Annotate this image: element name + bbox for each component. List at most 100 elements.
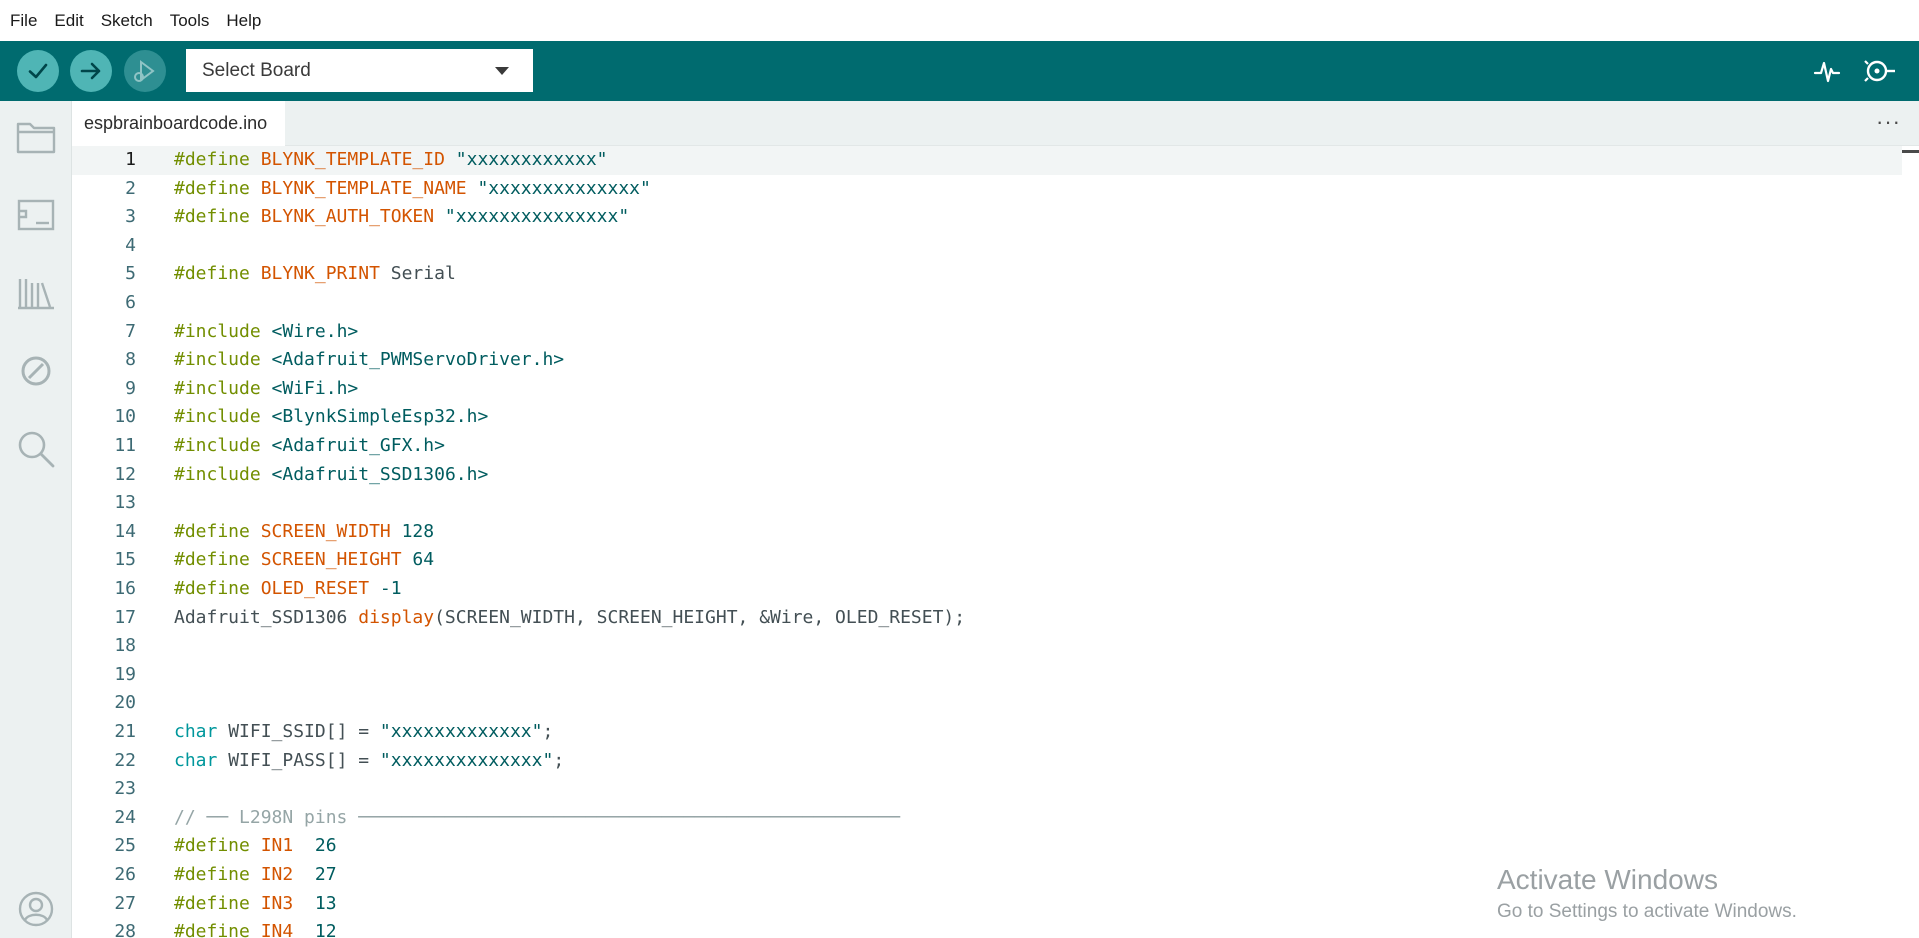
menu-file[interactable]: File	[10, 11, 37, 31]
code-token: 13	[293, 892, 337, 914]
code-token: SCREEN_WIDTH	[260, 520, 391, 542]
code-line[interactable]: 1 #define BLYNK_TEMPLATE_ID "xxxxxxxxxxxx…	[72, 146, 1902, 175]
code-text: #include <Adafruit_GFX.h>	[174, 432, 445, 461]
verify-button[interactable]	[17, 50, 59, 92]
code-token: IN3	[260, 892, 294, 914]
menu-edit[interactable]: Edit	[54, 11, 83, 31]
code-token: #include	[174, 349, 272, 371]
code-line[interactable]: 2 #define BLYNK_TEMPLATE_NAME "xxxxxxxxxx…	[72, 175, 1902, 204]
code-token: #define	[174, 578, 261, 599]
line-number: 14	[114, 520, 136, 542]
code-token: "xxxxxxxxxxxxxx"	[466, 177, 651, 199]
board-manager-icon	[17, 199, 55, 231]
code-token: #define	[174, 206, 261, 228]
arrow-right-icon	[80, 62, 101, 80]
serial-plotter-button[interactable]	[1809, 53, 1845, 89]
code-text: Adafruit_SSD1306 display(SCREEN_WIDTH, S…	[174, 604, 965, 633]
code-token: BLYNK_PRINT	[260, 263, 380, 285]
board-select[interactable]: Select Board	[186, 49, 533, 92]
code-text: #define BLYNK_TEMPLATE_NAME "xxxxxxxxxxx…	[174, 175, 651, 204]
code-text: #define IN1 26	[174, 832, 337, 861]
code-line[interactable]: 24 // ── L298N pins ─────────────────────…	[72, 804, 1902, 833]
tab-sketch-file[interactable]: espbrainboardcode.ino	[72, 101, 286, 146]
code-line[interactable]: 5 #define BLYNK_PRINT Serial	[72, 260, 1902, 289]
code-token: (SCREEN_WIDTH, SCREEN_HEIGHT, &Wire, OLE…	[434, 606, 966, 628]
code-token: SCREEN_HEIGHT	[260, 549, 402, 571]
line-number: 1	[125, 149, 136, 170]
code-text: #define IN3 13	[174, 890, 337, 919]
code-line[interactable]: 12 #include <Adafruit_SSD1306.h>	[72, 461, 1902, 490]
code-text: #include <Wire.h>	[174, 318, 358, 347]
code-line[interactable]: 13	[72, 489, 1902, 518]
line-number: 15	[114, 549, 136, 571]
more-actions-button[interactable]: ···	[1876, 109, 1901, 135]
account-icon	[18, 891, 54, 927]
line-number: 11	[114, 435, 136, 456]
code-line[interactable]: 10 #include <BlynkSimpleEsp32.h>	[72, 403, 1902, 432]
line-number: 6	[125, 292, 136, 313]
menu-tools[interactable]: Tools	[170, 11, 210, 31]
debug-button[interactable]	[124, 50, 166, 92]
code-line[interactable]: 9 #include <WiFi.h>	[72, 375, 1902, 404]
code-line[interactable]: 6	[72, 289, 1902, 318]
toolbar: Select Board	[0, 41, 1919, 101]
code-token: // ── L298N pins ───────────────────────…	[174, 806, 901, 828]
chevron-down-icon	[495, 67, 509, 75]
line-number: 23	[114, 778, 136, 800]
menu-help[interactable]: Help	[226, 11, 261, 31]
code-line[interactable]: 18	[72, 632, 1902, 661]
code-token: IN4	[260, 921, 294, 938]
code-token: 12	[293, 921, 337, 938]
code-line[interactable]: 8 #include <Adafruit_PWMServoDriver.h>	[72, 346, 1902, 375]
line-number: 9	[125, 377, 136, 399]
code-line[interactable]: 21 char WIFI_SSID[] = "xxxxxxxxxxxxx";	[72, 718, 1902, 747]
code-line[interactable]: 19	[72, 661, 1902, 690]
code-token: #define	[174, 549, 261, 571]
code-line[interactable]: 14 #define SCREEN_WIDTH 128	[72, 518, 1902, 547]
code-token: Adafruit_SSD1306	[174, 606, 359, 628]
code-line[interactable]: 17 Adafruit_SSD1306 display(SCREEN_WIDTH,…	[72, 604, 1902, 633]
code-token: #define	[174, 892, 261, 914]
code-line[interactable]: 25 #define IN1 26	[72, 832, 1902, 861]
code-line[interactable]: 16 #define OLED_RESET -1	[72, 575, 1902, 604]
code-token: OLED_RESET	[260, 578, 370, 599]
code-line[interactable]: 20	[72, 689, 1902, 718]
boards-manager-button[interactable]	[14, 193, 58, 237]
code-text: #define SCREEN_WIDTH 128	[174, 518, 434, 547]
folder-icon	[16, 122, 56, 154]
code-token: <BlynkSimpleEsp32.h>	[271, 406, 489, 428]
code-line[interactable]: 11 #include <Adafruit_GFX.h>	[72, 432, 1902, 461]
code-token: ;	[542, 721, 554, 742]
line-number: 18	[114, 635, 136, 657]
tab-label: espbrainboardcode.ino	[84, 113, 268, 133]
line-number: 19	[114, 663, 136, 685]
code-editor[interactable]: 1 #define BLYNK_TEMPLATE_ID "xxxxxxxxxxxx…	[72, 146, 1919, 938]
code-token: "xxxxxxxxxxxxxxx"	[434, 206, 630, 228]
code-line[interactable]: 23	[72, 775, 1902, 804]
menu-sketch[interactable]: Sketch	[101, 11, 153, 31]
code-token: "xxxxxxxxxxxxx"	[379, 721, 543, 742]
sketchbook-button[interactable]	[14, 115, 58, 159]
code-text: #include <WiFi.h>	[174, 375, 358, 404]
upload-button[interactable]	[70, 50, 112, 92]
line-number: 10	[114, 406, 136, 428]
code-text: #include <Adafruit_PWMServoDriver.h>	[174, 346, 564, 375]
serial-monitor-button[interactable]	[1862, 53, 1898, 89]
code-token: ;	[553, 749, 565, 771]
code-token: -1	[369, 578, 402, 599]
search-panel-button[interactable]	[14, 427, 58, 471]
line-number: 13	[114, 492, 136, 514]
code-text: #define BLYNK_PRINT Serial	[174, 260, 456, 289]
code-line[interactable]: 3 #define BLYNK_AUTH_TOKEN "xxxxxxxxxxxxx…	[72, 203, 1902, 232]
code-token: #define	[174, 520, 261, 542]
profile-button[interactable]	[14, 887, 58, 931]
code-line[interactable]: 7 #include <Wire.h>	[72, 318, 1902, 347]
overview-ruler-marker	[1901, 150, 1919, 153]
debug-panel-button[interactable]	[14, 349, 58, 393]
code-line[interactable]: 4	[72, 232, 1902, 261]
code-token: #include	[174, 377, 272, 399]
code-line[interactable]: 22 char WIFI_PASS[] = "xxxxxxxxxxxxxx";	[72, 747, 1902, 776]
library-manager-button[interactable]	[14, 271, 58, 315]
line-number: 7	[125, 320, 136, 342]
code-line[interactable]: 15 #define SCREEN_HEIGHT 64	[72, 546, 1902, 575]
